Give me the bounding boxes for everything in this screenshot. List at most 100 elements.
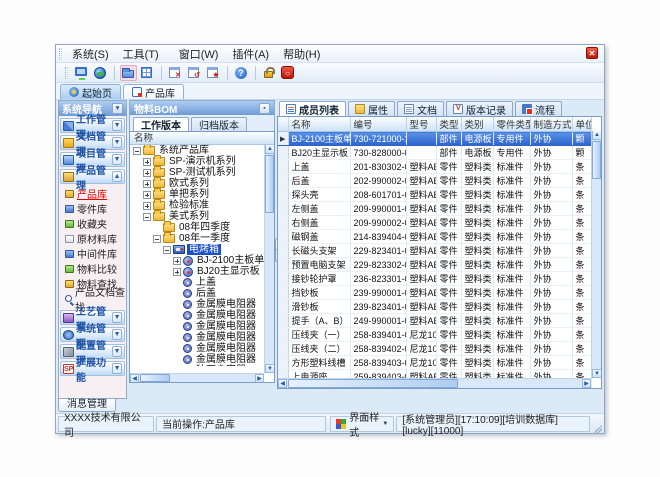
scroll-up-icon[interactable]: ▲ [265,145,275,154]
tree-node-BJ-2100主板单点[interactable]: BJ-2100主板单点 [130,255,265,266]
row-selector[interactable] [278,216,288,230]
tree-node-金属膜电阻器[interactable]: 金属膜电阻器 [130,332,265,343]
column-header-编号[interactable]: 编号 [350,117,406,132]
row-selector[interactable] [278,356,288,370]
row-selector[interactable] [278,174,288,188]
scroll-right-icon[interactable]: ▶ [255,374,264,383]
row-selector[interactable] [278,230,288,244]
table-row[interactable]: 后盖202-990002-01E塑料ABS零件塑料类标准件外协条 [278,174,591,188]
scroll-up-icon[interactable]: ▲ [592,131,602,140]
table-horizontal-scrollbar[interactable]: ◀ ▶ [278,378,591,388]
sidebar-section-产品管理[interactable]: 产品管理▲ [60,169,125,184]
plus-box-icon[interactable] [143,191,151,199]
tree-node-欧式系列[interactable]: 欧式系列 [130,178,265,189]
tree-vertical-scrollbar[interactable]: ▲ ▼ [264,145,274,373]
table-row[interactable]: 左侧盖209-990001-01E塑料ABS零件塑料类标准件外协条 [278,202,591,216]
tree-node-金属膜电阻器[interactable]: 金属膜电阻器 [130,299,265,310]
tree-node-检验标准[interactable]: 检验标准 [130,200,265,211]
lock-icon[interactable] [261,65,278,81]
table-vertical-scrollbar[interactable]: ▲ ▼ [591,131,601,378]
tree-node-电烤箱[interactable]: 电烤箱 [130,244,265,255]
tab-文档[interactable]: 文档 [397,101,444,116]
table-row[interactable]: 右侧盖209-990002-01E塑料ABS零件塑料类标准件外协条 [278,216,591,230]
table-row[interactable]: 接钞轮护罩236-823301-00E塑料ABS零件塑料类标准件外协条 [278,272,591,286]
tree-node-上盖[interactable]: 上盖 [130,277,265,288]
close-icon[interactable]: ✕ [586,47,598,59]
tree-horizontal-scrollbar[interactable]: ◀ ▶ [130,373,264,382]
workspace-icon[interactable] [73,65,90,81]
column-header-名称[interactable]: 名称 [288,117,350,132]
tree-node-系统产品库[interactable]: 系统产品库 [130,145,265,156]
folder-icon[interactable] [120,65,137,81]
resize-grip[interactable] [594,424,602,433]
doc-tab-产品库[interactable]: 产品库 [123,84,184,99]
sidebar-item-物料比较[interactable]: 物料比较 [59,261,126,276]
row-selector[interactable] [278,342,288,356]
table-row[interactable]: 预置电脑支架229-823302-00E塑料ABS零件塑料类标准件外协条 [278,258,591,272]
row-selector[interactable] [278,258,288,272]
minus-box-icon[interactable] [163,246,171,254]
tree-node-金属膜电阻器[interactable]: 金属膜电阻器 [130,310,265,321]
row-selector[interactable] [278,286,288,300]
tree-node-SP-测试机系列[interactable]: SP-测试机系列 [130,167,265,178]
window-new-icon[interactable] [205,65,222,81]
plus-box-icon[interactable] [143,169,151,177]
table-row[interactable]: 长磁头支架229-823401-00E塑料ABS零件塑料类标准件外协条 [278,244,591,258]
plus-box-icon[interactable] [143,202,151,210]
row-selector[interactable] [278,188,288,202]
row-selector[interactable] [278,146,288,160]
scroll-left-icon[interactable]: ◀ [130,374,139,383]
row-selector[interactable]: ▶ [278,132,288,146]
window-delete-icon[interactable] [167,65,184,81]
scroll-down-icon[interactable]: ▼ [592,369,602,378]
ui-style-dropdown[interactable]: 界面样式 ▼ [330,416,394,432]
menu-item-2[interactable]: 工具(T) [116,48,166,62]
globe-icon[interactable] [92,65,109,81]
row-selector[interactable] [278,300,288,314]
menu-item-3[interactable]: 窗口(W) [172,48,226,62]
row-selector[interactable] [278,244,288,258]
tree-scroll-thumb[interactable] [265,155,274,213]
tree-node-单把系列[interactable]: 单把系列 [130,189,265,200]
menu-item-5[interactable]: 帮助(H) [276,48,327,62]
table-row[interactable]: BJ20主显示板730-828000-04E部件电源板专用件外协颗 [278,146,591,160]
plus-box-icon[interactable] [173,268,181,276]
table-row[interactable]: 磁钢盖214-839404-01E塑料ABS零件塑料类标准件外协条 [278,230,591,244]
tab-归档版本[interactable]: 归档版本 [191,117,247,131]
table-scroll-thumb[interactable] [592,141,601,179]
table-row[interactable]: 挡钞板239-990001-01E塑料ABS零件塑料类标准件外协条 [278,286,591,300]
table-row[interactable]: 滑钞板239-823401-00E塑料ABS零件塑料类标准件外协条 [278,300,591,314]
sidebar-item-产品库[interactable]: 产品库 [59,186,126,201]
tree-node-后盖[interactable]: 后盖 [130,288,265,299]
tab-工作版本[interactable]: 工作版本 [133,117,189,131]
grid-view-icon[interactable] [139,65,156,81]
pin-icon[interactable]: ▪ [259,103,270,114]
scroll-left-icon[interactable]: ◀ [278,379,287,388]
sidebar-item-零件库[interactable]: 零件库 [59,201,126,216]
column-header-型号[interactable]: 型号 [406,117,436,132]
tree-node-08年一季度[interactable]: 08年一季度 [130,233,265,244]
tree-column-header[interactable]: 名称 [130,132,274,145]
column-header-零件类型[interactable]: 零件类型 [493,117,530,132]
tree-node-SP-演示机系列[interactable]: SP-演示机系列 [130,156,265,167]
scroll-down-icon[interactable]: ▼ [265,364,275,373]
minus-box-icon[interactable] [143,213,151,221]
tree-node-金属膜电阻器[interactable]: 金属膜电阻器 [130,354,265,365]
plus-box-icon[interactable] [173,257,181,265]
sidebar-config-icon[interactable]: ▾ [112,103,123,114]
column-header-类型[interactable]: 类型 [436,117,461,132]
sidebar-section-扩展功能[interactable]: SP扩展功能▼ [60,361,125,376]
tab-流程[interactable]: 流程 [515,101,562,116]
tree-node-金属膜电阻器[interactable]: 金属膜电阻器 [130,321,265,332]
minus-box-icon[interactable] [153,235,161,243]
tree-hscroll-thumb[interactable] [140,374,170,382]
row-selector[interactable] [278,314,288,328]
plus-box-icon[interactable] [143,180,151,188]
table-row[interactable]: 方形塑料线槽258-839403-00E尼龙1010零件塑料类标准件外协条 [278,356,591,370]
window-refresh-icon[interactable] [186,65,203,81]
row-selector[interactable] [278,202,288,216]
table-row[interactable]: ▶BJ-2100主板单点730-721000-12E部件电源板专用件外协颗 [278,132,591,146]
tab-成员列表[interactable]: 成员列表 [279,101,346,116]
row-selector[interactable] [278,160,288,174]
scroll-right-icon[interactable]: ▶ [582,379,591,388]
